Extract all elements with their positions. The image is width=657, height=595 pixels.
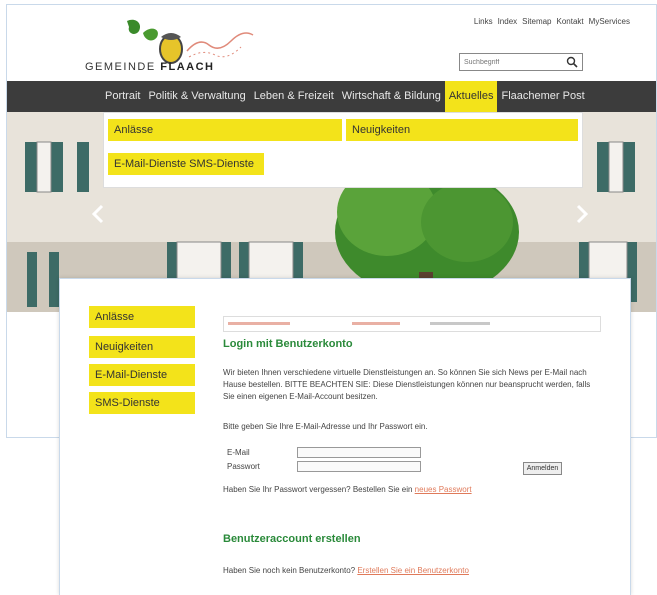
create-account-title: Benutzeraccount erstellen <box>223 533 361 545</box>
email-field[interactable] <box>297 447 421 458</box>
forgot-password-text: Haben Sie Ihr Passwort vergessen? Bestel… <box>223 484 603 496</box>
search-box <box>459 53 583 71</box>
logo-wordmark: GEMEINDE FLAACH <box>85 61 214 73</box>
nav-item-leben-freizeit[interactable]: Leben & Freizeit <box>250 81 338 112</box>
carousel-next-icon[interactable] <box>575 204 589 224</box>
logo-leaf-icon <box>127 19 141 34</box>
sidebar-item-anlaesse[interactable]: Anlässe <box>89 306 195 328</box>
login-prompt: Bitte geben Sie Ihre E-Mail-Adresse und … <box>223 422 428 431</box>
logo-wave-icon <box>186 32 254 52</box>
top-link-sitemap[interactable]: Sitemap <box>522 17 551 26</box>
logo-leaf-icon <box>143 28 158 41</box>
breadcrumb-illegible <box>228 322 490 325</box>
forgot-password-label: Haben Sie Ihr Passwort vergessen? Bestel… <box>223 485 413 494</box>
dropdown-item-neuigkeiten[interactable]: Neuigkeiten <box>346 119 578 141</box>
create-account-text: Haben Sie noch kein Benutzerkonto? Erste… <box>223 565 603 577</box>
nav-item-portrait[interactable]: Portrait <box>101 81 144 112</box>
breadcrumb <box>223 316 601 332</box>
login-button[interactable]: Anmelden <box>523 462 562 475</box>
email-label: E-Mail <box>227 448 250 457</box>
top-links: Links Index Sitemap Kontakt MyServices <box>474 17 630 26</box>
dropdown-item-email-sms-dienste[interactable]: E-Mail-Dienste SMS-Dienste <box>108 153 264 175</box>
password-label: Passwort <box>227 462 260 471</box>
forgot-password-link[interactable]: neues Passwort <box>415 485 472 494</box>
login-description: Wir bieten Ihnen verschiedene virtuelle … <box>223 368 591 401</box>
top-link-links[interactable]: Links <box>474 17 493 26</box>
create-account-link[interactable]: Erstellen Sie ein Benutzerkonto <box>357 566 469 575</box>
carousel-prev-icon[interactable] <box>91 204 105 224</box>
top-link-myservices[interactable]: MyServices <box>589 17 630 26</box>
top-link-index[interactable]: Index <box>498 17 518 26</box>
logo-text-gemeinde: GEMEINDE <box>85 61 156 73</box>
sidebar-item-neuigkeiten[interactable]: Neuigkeiten <box>89 336 195 358</box>
nav-item-politik-verwaltung[interactable]: Politik & Verwaltung <box>144 81 249 112</box>
sidebar-item-sms-dienste[interactable]: SMS-Dienste <box>89 392 195 414</box>
logo-text-flaach: FLAACH <box>160 61 215 73</box>
nav-item-aktuelles[interactable]: Aktuelles <box>444 81 498 112</box>
top-link-kontakt[interactable]: Kontakt <box>557 17 584 26</box>
login-title: Login mit Benutzerkonto <box>223 338 353 350</box>
password-field[interactable] <box>297 461 421 472</box>
create-account-label: Haben Sie noch kein Benutzerkonto? <box>223 566 356 575</box>
nav-item-wirtschaft-bildung[interactable]: Wirtschaft & Bildung <box>338 81 445 112</box>
nav-item-flaachemer-post[interactable]: Flaachemer Post <box>497 81 588 112</box>
login-page-window: Anlässe Neuigkeiten E-Mail-Dienste SMS-D… <box>59 278 631 595</box>
search-icon[interactable] <box>566 56 578 68</box>
dropdown-item-anlaesse[interactable]: Anlässe <box>108 119 342 141</box>
search-input[interactable] <box>460 58 560 66</box>
sidebar-item-email-dienste[interactable]: E-Mail-Dienste <box>89 364 195 386</box>
aktuelles-dropdown-menu: Anlässe Neuigkeiten E-Mail-Dienste SMS-D… <box>103 112 583 188</box>
main-navigation: Portrait Politik & Verwaltung Leben & Fr… <box>7 81 656 112</box>
